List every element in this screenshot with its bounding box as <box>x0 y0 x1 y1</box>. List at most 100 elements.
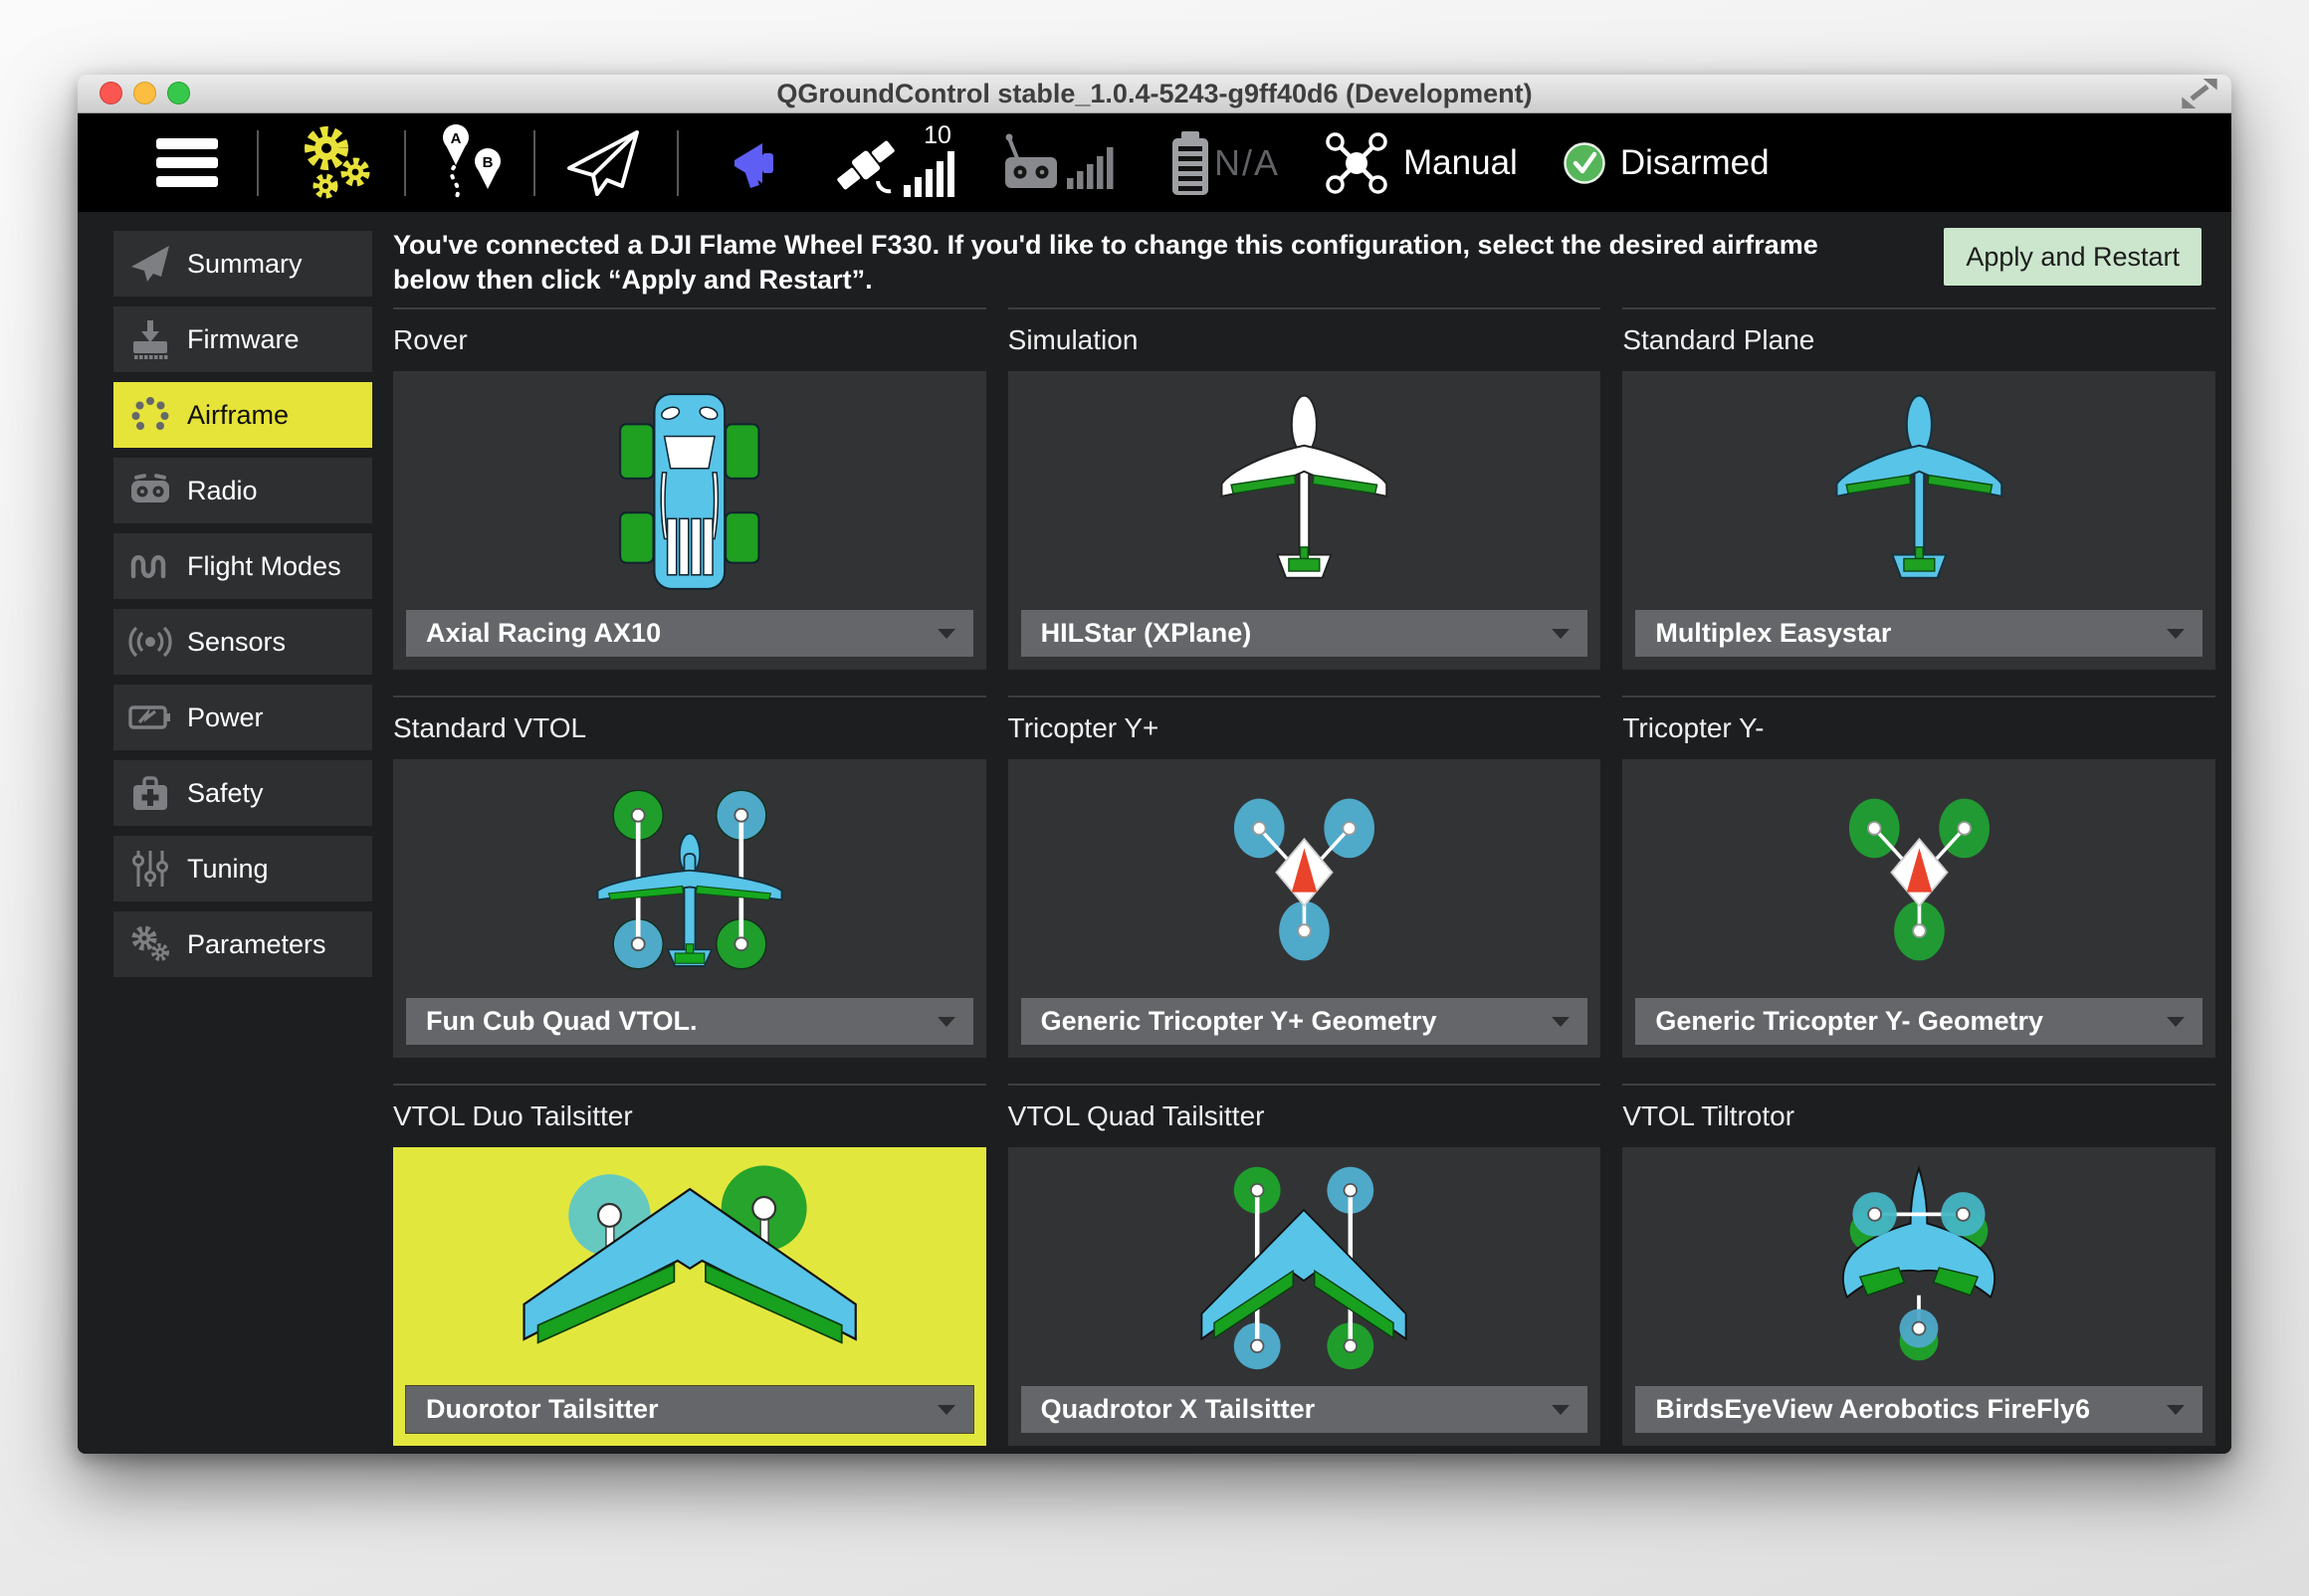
sidebar-item-label: Radio <box>187 476 258 506</box>
gears-icon <box>113 922 187 966</box>
sidebar-item-power[interactable]: Power <box>113 685 372 750</box>
sidebar-item-safety[interactable]: Safety <box>113 760 372 826</box>
dropdown-arrow-icon <box>2167 1017 2185 1027</box>
sidebar-item-airframe[interactable]: Airframe <box>113 382 372 448</box>
arm-status-indicator[interactable]: Disarmed <box>1620 143 1770 183</box>
sidebar-item-firmware[interactable]: Firmware <box>113 306 372 372</box>
section-divider <box>393 307 986 309</box>
sidebar-item-parameters[interactable]: Parameters <box>113 911 372 977</box>
sidebar-item-summary[interactable]: Summary <box>113 231 372 297</box>
sidebar-item-label: Safety <box>187 778 264 809</box>
armed-check-icon[interactable] <box>1562 140 1607 186</box>
quadplane-illustration <box>393 765 986 994</box>
airframe-category-label: Rover <box>393 324 986 356</box>
sidebar-item-tuning[interactable]: Tuning <box>113 836 372 901</box>
plane-illustration <box>1622 377 2215 606</box>
battery-icon[interactable] <box>1170 131 1210 195</box>
wave-icon <box>113 544 187 588</box>
dropdown-arrow-icon <box>938 1405 955 1415</box>
section-divider <box>1008 696 1601 698</box>
airframe-card[interactable]: Multiplex Easystar <box>1622 371 2215 670</box>
fly-paper-plane-icon[interactable] <box>563 127 643 199</box>
airframe-cell-tricopter-yminus: Tricopter Y- <box>1622 696 2215 1058</box>
setup-gears-icon[interactable] <box>293 122 378 204</box>
airframe-select[interactable]: BirdsEyeView Aerobotics FireFly6 <box>1635 1386 2203 1433</box>
toolbar-divider <box>677 130 679 196</box>
airframe-card[interactable]: Axial Racing AX10 <box>393 371 986 670</box>
gps-count: 10 <box>924 125 951 149</box>
airframe-cell-standard-plane: Standard Plane <box>1622 307 2215 670</box>
sidebar-item-label: Summary <box>187 249 303 280</box>
airframe-card[interactable]: Generic Tricopter Y+ Geometry <box>1008 759 1601 1058</box>
messages-megaphone-icon[interactable] <box>733 135 784 191</box>
hamburger-menu-icon[interactable] <box>155 137 219 189</box>
airframe-select[interactable]: Generic Tricopter Y+ Geometry <box>1021 998 1588 1045</box>
sidebar-item-flight-modes[interactable]: Flight Modes <box>113 533 372 599</box>
airframe-card[interactable]: BirdsEyeView Aerobotics FireFly6 <box>1622 1147 2215 1446</box>
tricopter-illustration <box>1008 765 1601 994</box>
airframe-card[interactable]: Duorotor Tailsitter <box>393 1147 986 1446</box>
airframe-card[interactable]: HILStar (XPlane) <box>1008 371 1601 670</box>
airframe-card[interactable]: Generic Tricopter Y- Geometry <box>1622 759 2215 1058</box>
plan-waypoints-icon[interactable]: A B <box>434 121 510 205</box>
spinner-dots-icon <box>113 393 187 437</box>
airframe-category-label: Tricopter Y- <box>1622 712 2215 744</box>
airframe-select-value: Duorotor Tailsitter <box>406 1394 659 1425</box>
toolbar-divider <box>533 130 535 196</box>
toolbar-divider <box>257 130 259 196</box>
sidebar-item-sensors[interactable]: Sensors <box>113 609 372 675</box>
battery-status[interactable]: N/A <box>1214 142 1280 184</box>
airframe-select[interactable]: Quadrotor X Tailsitter <box>1021 1386 1588 1433</box>
dropdown-arrow-icon <box>1552 1405 1570 1415</box>
app-window: QGroundControl stable_1.0.4-5243-g9ff40d… <box>78 75 2231 1454</box>
airframe-cell-vtol-quad-tailsitter: VTOL Quad Tailsitter <box>1008 1084 1601 1446</box>
sliders-icon <box>113 847 187 891</box>
airframe-select-value: Fun Cub Quad VTOL. <box>406 1006 697 1037</box>
airframe-message: You've connected a DJI Flame Wheel F330.… <box>393 228 1956 298</box>
airframe-select-value: HILStar (XPlane) <box>1021 618 1252 649</box>
dropdown-arrow-icon <box>938 1017 955 1027</box>
gps-satellite-icon[interactable]: 10 <box>832 125 963 201</box>
setup-sidebar: Summary Firm <box>113 231 372 987</box>
airframe-cell-simulation: Simulation <box>1008 307 1601 670</box>
airframe-cell-tricopter-yplus: Tricopter Y+ <box>1008 696 1601 1058</box>
dropdown-arrow-icon <box>1552 629 1570 639</box>
airframe-select[interactable]: HILStar (XPlane) <box>1021 610 1588 657</box>
airframe-category-label: Tricopter Y+ <box>1008 712 1601 744</box>
airframe-select[interactable]: Axial Racing AX10 <box>406 610 973 657</box>
dropdown-arrow-icon <box>2167 629 2185 639</box>
airframe-message-line2: below then click “Apply and Restart”. <box>393 263 1956 298</box>
radio-receiver-icon <box>113 469 187 512</box>
signal-waves-icon <box>113 620 187 664</box>
rc-signal-icon[interactable] <box>1005 130 1121 196</box>
section-divider <box>1008 307 1601 309</box>
first-aid-kit-icon <box>113 771 187 815</box>
airframe-cell-vtol-tiltrotor: VTOL Tiltrotor <box>1622 1084 2215 1446</box>
airframe-select-value: Generic Tricopter Y+ Geometry <box>1021 1006 1437 1037</box>
apply-and-restart-button[interactable]: Apply and Restart <box>1944 228 2202 286</box>
window-title: QGroundControl stable_1.0.4-5243-g9ff40d… <box>78 75 2231 112</box>
airframe-setup-main: You've connected a DJI Flame Wheel F330.… <box>393 212 2215 1454</box>
dropdown-arrow-icon <box>1552 1017 1570 1027</box>
sidebar-item-label: Sensors <box>187 627 286 658</box>
section-divider <box>1622 307 2215 309</box>
titlebar: QGroundControl stable_1.0.4-5243-g9ff40d… <box>78 75 2231 113</box>
airframe-select[interactable]: Generic Tricopter Y- Geometry <box>1635 998 2203 1045</box>
airframe-card[interactable]: Quadrotor X Tailsitter <box>1008 1147 1601 1446</box>
airframe-select-value: Quadrotor X Tailsitter <box>1021 1394 1316 1425</box>
airframe-select[interactable]: Duorotor Tailsitter <box>406 1386 973 1433</box>
section-divider <box>393 1084 986 1086</box>
airframe-card[interactable]: Fun Cub Quad VTOL. <box>393 759 986 1058</box>
sidebar-item-radio[interactable]: Radio <box>113 458 372 523</box>
airframe-select-value: Axial Racing AX10 <box>406 618 661 649</box>
airframe-select[interactable]: Fun Cub Quad VTOL. <box>406 998 973 1045</box>
sidebar-item-label: Power <box>187 702 264 733</box>
airframe-cell-vtol-duo-tailsitter: VTOL Duo Tailsitter <box>393 1084 986 1446</box>
fullscreen-icon[interactable] <box>2182 79 2217 113</box>
airframe-grid: Rover <box>393 307 2215 1446</box>
flight-mode-indicator[interactable]: Manual <box>1403 143 1518 183</box>
multirotor-icon[interactable] <box>1326 132 1387 194</box>
airframe-select[interactable]: Multiplex Easystar <box>1635 610 2203 657</box>
tiltrotor-illustration <box>1622 1153 2215 1382</box>
airframe-select-value: Generic Tricopter Y- Geometry <box>1635 1006 2043 1037</box>
